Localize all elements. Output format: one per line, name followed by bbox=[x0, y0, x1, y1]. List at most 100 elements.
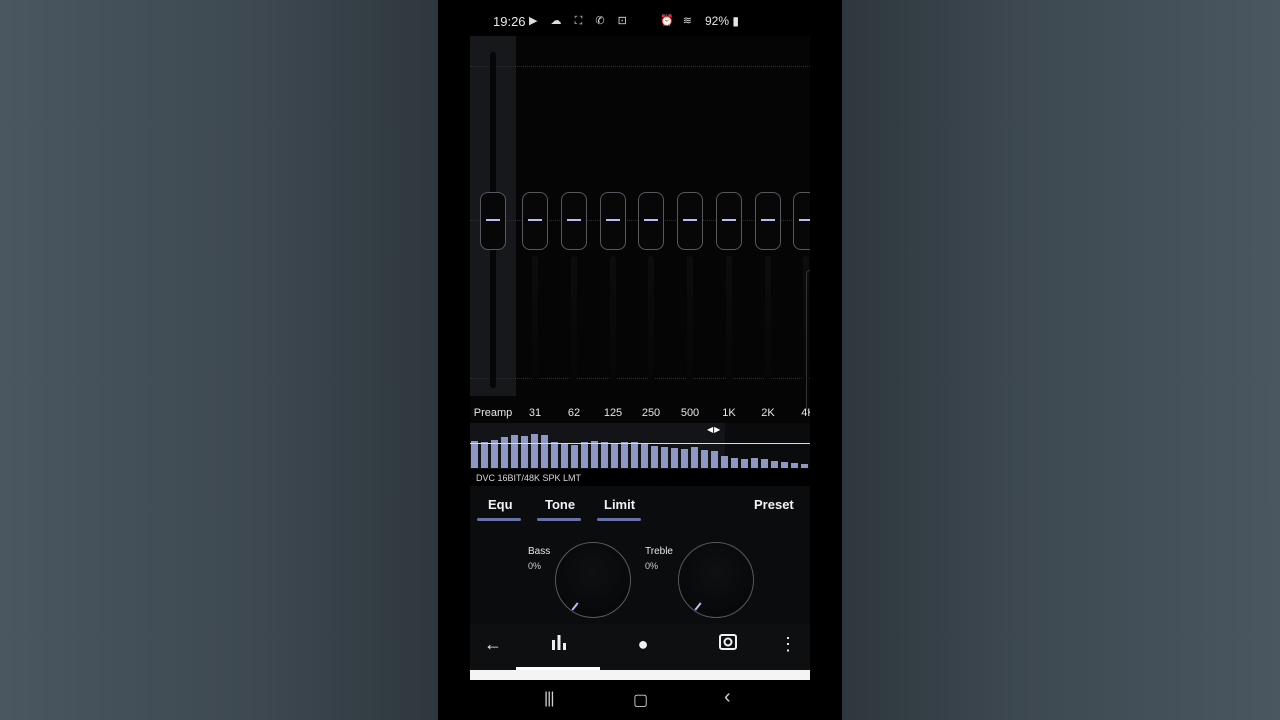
band-label-125: 125 bbox=[603, 407, 623, 419]
recents-icon[interactable]: ||| bbox=[544, 690, 555, 708]
spectrum-bar bbox=[541, 435, 548, 468]
spectrum-bar bbox=[631, 442, 638, 468]
band-2k-slider[interactable] bbox=[755, 36, 781, 396]
band-label-1k: 1K bbox=[722, 407, 736, 419]
spectrum-bar bbox=[591, 441, 598, 468]
ad-banner-strip bbox=[470, 670, 810, 680]
band-label-500: 500 bbox=[680, 407, 700, 419]
bottom-navigation: ← ● ⋮ bbox=[470, 624, 810, 670]
treble-value: 0% bbox=[645, 561, 659, 571]
spectrum-bar bbox=[551, 442, 558, 468]
spectrum-bar bbox=[671, 448, 678, 468]
background-right bbox=[842, 0, 1280, 720]
phone-screen: 19:26 ▶ ☁ ⛶ ✆ ⊡ ⏰ ≋ 92% ▮ Preamp 31 62 1… bbox=[438, 0, 842, 720]
spectrum-bar bbox=[561, 443, 568, 468]
status-bar: 19:26 ▶ ☁ ⛶ ✆ ⊡ ⏰ ≋ 92% ▮ bbox=[438, 0, 842, 36]
tab-equ-underline bbox=[477, 518, 521, 521]
tab-tone[interactable]: Tone bbox=[545, 497, 575, 512]
spectrum-bar bbox=[481, 442, 488, 468]
preamp-slider[interactable] bbox=[480, 36, 506, 396]
band-4k-thumb[interactable] bbox=[793, 192, 810, 250]
spectrum-bar bbox=[781, 462, 788, 468]
band-label-31: 31 bbox=[528, 407, 542, 419]
band-2k-thumb[interactable] bbox=[755, 192, 781, 250]
bass-knob-indicator bbox=[571, 602, 579, 611]
device-status-text: DVC 16BIT/48K SPK LMT bbox=[476, 473, 582, 483]
spectrum-bar bbox=[641, 444, 648, 468]
effects-knob-icon[interactable]: ● bbox=[628, 634, 658, 655]
bass-knob[interactable] bbox=[555, 542, 631, 618]
spectrum-bar bbox=[721, 456, 728, 468]
band-500-thumb[interactable] bbox=[677, 192, 703, 250]
spectrum-bar bbox=[711, 451, 718, 468]
treble-knob[interactable] bbox=[678, 542, 754, 618]
band-62-slider[interactable] bbox=[561, 36, 587, 396]
tone-panel: Equ Tone Limit Preset Bass 0% Treble 0% bbox=[470, 486, 810, 624]
band-label-250: 250 bbox=[641, 407, 661, 419]
tab-limit-underline bbox=[597, 518, 641, 521]
eq-curve-line bbox=[470, 443, 810, 444]
equalizer-bars-icon[interactable] bbox=[544, 634, 574, 655]
back-arrow-icon[interactable]: ← bbox=[478, 634, 508, 655]
band-track bbox=[687, 256, 693, 386]
spectrum-bar bbox=[761, 459, 768, 468]
spectrum-bar bbox=[801, 464, 808, 468]
spectrum-bar bbox=[701, 450, 708, 468]
range-arrows-icon[interactable]: ◀▶ bbox=[707, 425, 721, 434]
spectrum-bar bbox=[691, 447, 698, 468]
tab-equ[interactable]: Equ bbox=[488, 497, 513, 512]
tab-limit[interactable]: Limit bbox=[604, 497, 635, 512]
spectrum-bar bbox=[621, 442, 628, 468]
battery-percent: 92% bbox=[705, 14, 730, 28]
band-125-slider[interactable] bbox=[600, 36, 626, 396]
spectrum-bar bbox=[791, 463, 798, 468]
spectrum-bar bbox=[751, 458, 758, 468]
system-back-icon[interactable]: ‹ bbox=[724, 686, 731, 709]
side-drawer-handle[interactable] bbox=[806, 270, 810, 412]
bass-label: Bass bbox=[528, 546, 551, 557]
spectrum-bar bbox=[771, 461, 778, 468]
band-62-thumb[interactable] bbox=[561, 192, 587, 250]
spectrum-bar bbox=[661, 447, 668, 468]
equalizer-panel: Preamp 31 62 125 250 500 1K 2K 4K bbox=[470, 36, 810, 423]
spectrum-bar bbox=[741, 459, 748, 468]
spectrum-bar bbox=[731, 458, 738, 468]
spectrum-bar bbox=[651, 446, 658, 468]
spectrum-bar bbox=[471, 441, 478, 468]
spectrum-analyzer[interactable]: ◀▶ bbox=[470, 423, 810, 469]
spectrum-bar bbox=[501, 437, 508, 468]
treble-knob-indicator bbox=[694, 602, 702, 611]
band-label-preamp: Preamp bbox=[473, 407, 513, 419]
band-1k-thumb[interactable] bbox=[716, 192, 742, 250]
more-options-icon[interactable]: ⋮ bbox=[773, 634, 803, 655]
speaker-box-icon bbox=[719, 634, 737, 650]
preamp-slider-thumb[interactable] bbox=[480, 192, 506, 250]
home-icon[interactable]: ▢ bbox=[633, 690, 648, 710]
treble-label: Treble bbox=[645, 546, 673, 557]
band-1k-slider[interactable] bbox=[716, 36, 742, 396]
band-track bbox=[610, 256, 616, 386]
spectrum-bar bbox=[511, 435, 518, 468]
system-navigation-bar: ||| ▢ ‹ bbox=[438, 680, 842, 720]
band-label-62: 62 bbox=[567, 407, 581, 419]
tab-tone-underline bbox=[537, 518, 581, 521]
band-125-thumb[interactable] bbox=[600, 192, 626, 250]
notification-icons: ▶ ☁ ⛶ ✆ ⊡ bbox=[529, 15, 632, 27]
preset-button[interactable]: Preset bbox=[754, 497, 794, 512]
spectrum-bar bbox=[571, 445, 578, 468]
band-track bbox=[726, 256, 732, 386]
band-250-slider[interactable] bbox=[638, 36, 664, 396]
alarm-wifi-icons: ⏰ ≋ bbox=[660, 15, 695, 27]
band-track bbox=[532, 256, 538, 386]
spectrum-bar bbox=[491, 440, 498, 468]
band-label-4k: 4K bbox=[801, 407, 810, 419]
band-track bbox=[571, 256, 577, 386]
visualizer-icon[interactable] bbox=[713, 634, 743, 655]
band-500-slider[interactable] bbox=[677, 36, 703, 396]
band-31-slider[interactable] bbox=[522, 36, 548, 396]
band-31-thumb[interactable] bbox=[522, 192, 548, 250]
status-time: 19:26 bbox=[493, 14, 526, 29]
band-250-thumb[interactable] bbox=[638, 192, 664, 250]
spectrum-bar bbox=[681, 449, 688, 468]
spectrum-bar bbox=[601, 442, 608, 468]
